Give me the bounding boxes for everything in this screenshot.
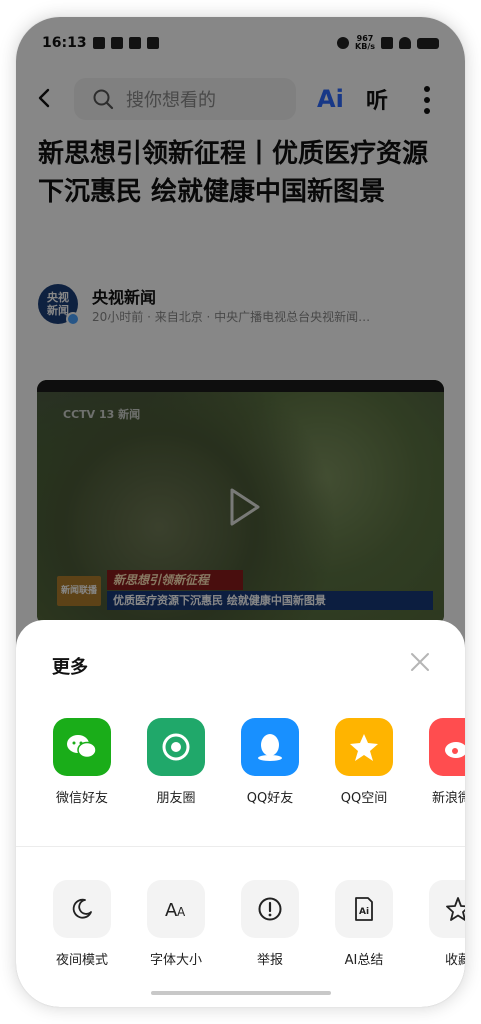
sheet-title: 更多	[52, 657, 88, 678]
tools-row: 夜间模式 AA 字体大小 举报 Ai AI总结 收藏	[16, 880, 465, 976]
moments-icon	[147, 718, 205, 776]
share-weibo-button[interactable]: 新浪微博	[419, 718, 465, 806]
tool-label: 字体大小	[149, 953, 202, 968]
tool-label: AI总结	[344, 953, 384, 968]
tool-label: 举报	[256, 953, 283, 968]
share-label: QQ空间	[340, 791, 388, 806]
share-sheet: 更多 微信好友 朋友圈 QQ好友 QQ空间 新浪微 夜间模式 A A 字体大小 …	[16, 620, 465, 1007]
font-size-icon: AA	[147, 880, 205, 938]
tool-label: 夜间模式	[55, 953, 108, 968]
qzone-icon	[335, 718, 393, 776]
ai-summary-icon: Ai	[335, 880, 393, 938]
share-moments-button[interactable]: 朋友圈	[137, 718, 215, 806]
share-label: 微信好友	[55, 791, 108, 806]
phone-frame: 16:13 967 KB/s 搜你想看的 Ai 听 新思想引领新征程丨优质医疗资…	[16, 17, 465, 1007]
weibo-icon	[429, 718, 465, 776]
home-indicator[interactable]	[151, 991, 331, 995]
share-label: QQ好友	[246, 791, 294, 806]
report-button[interactable]: 举报	[231, 880, 309, 968]
share-targets-row: 微信好友 朋友圈 QQ好友 QQ空间 新浪微	[16, 718, 465, 814]
share-qzone-button[interactable]: QQ空间	[325, 718, 403, 806]
close-icon[interactable]	[410, 652, 430, 672]
share-qq-button[interactable]: QQ好友	[231, 718, 309, 806]
favorite-button[interactable]: 收藏	[419, 880, 465, 968]
report-icon	[241, 880, 299, 938]
article-page: 16:13 967 KB/s 搜你想看的 Ai 听 新思想引领新征程丨优质医疗资…	[16, 17, 465, 1007]
qq-icon	[241, 718, 299, 776]
tool-label: 收藏	[444, 953, 465, 968]
svg-text:A: A	[177, 905, 186, 919]
moon-icon	[53, 880, 111, 938]
share-label: 新浪微博	[431, 791, 465, 806]
wechat-icon	[53, 718, 111, 776]
font-size-button[interactable]: AA 字体大小	[137, 880, 215, 968]
divider	[16, 846, 465, 847]
night-mode-button[interactable]: 夜间模式	[43, 880, 121, 968]
star-icon	[429, 880, 465, 938]
ai-summary-button[interactable]: Ai AI总结	[325, 880, 403, 968]
share-wechat-button[interactable]: 微信好友	[43, 718, 121, 806]
svg-text:Ai: Ai	[359, 907, 369, 917]
share-label: 朋友圈	[156, 791, 196, 806]
